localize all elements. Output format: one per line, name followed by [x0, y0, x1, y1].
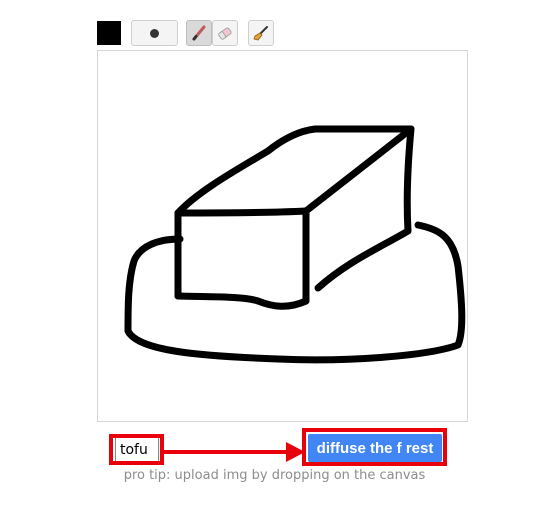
broom-tool-button[interactable] — [248, 20, 274, 46]
color-swatch[interactable] — [97, 21, 121, 45]
arrow-right-icon — [162, 442, 305, 462]
brush-size-button[interactable] — [131, 20, 178, 46]
tofu-sketch — [124, 125, 466, 364]
drawing-canvas[interactable] — [97, 50, 468, 422]
input-highlight-box — [109, 434, 164, 465]
pro-tip-text: pro tip: upload img by dropping on the c… — [123, 468, 426, 483]
pencil-icon — [192, 25, 206, 41]
button-highlight-box — [302, 428, 447, 466]
pencil-tool-button[interactable] — [186, 20, 212, 46]
dot-icon — [150, 28, 159, 38]
eraser-icon — [218, 27, 232, 40]
eraser-tool-button[interactable] — [212, 20, 238, 46]
broom-icon — [253, 26, 268, 41]
